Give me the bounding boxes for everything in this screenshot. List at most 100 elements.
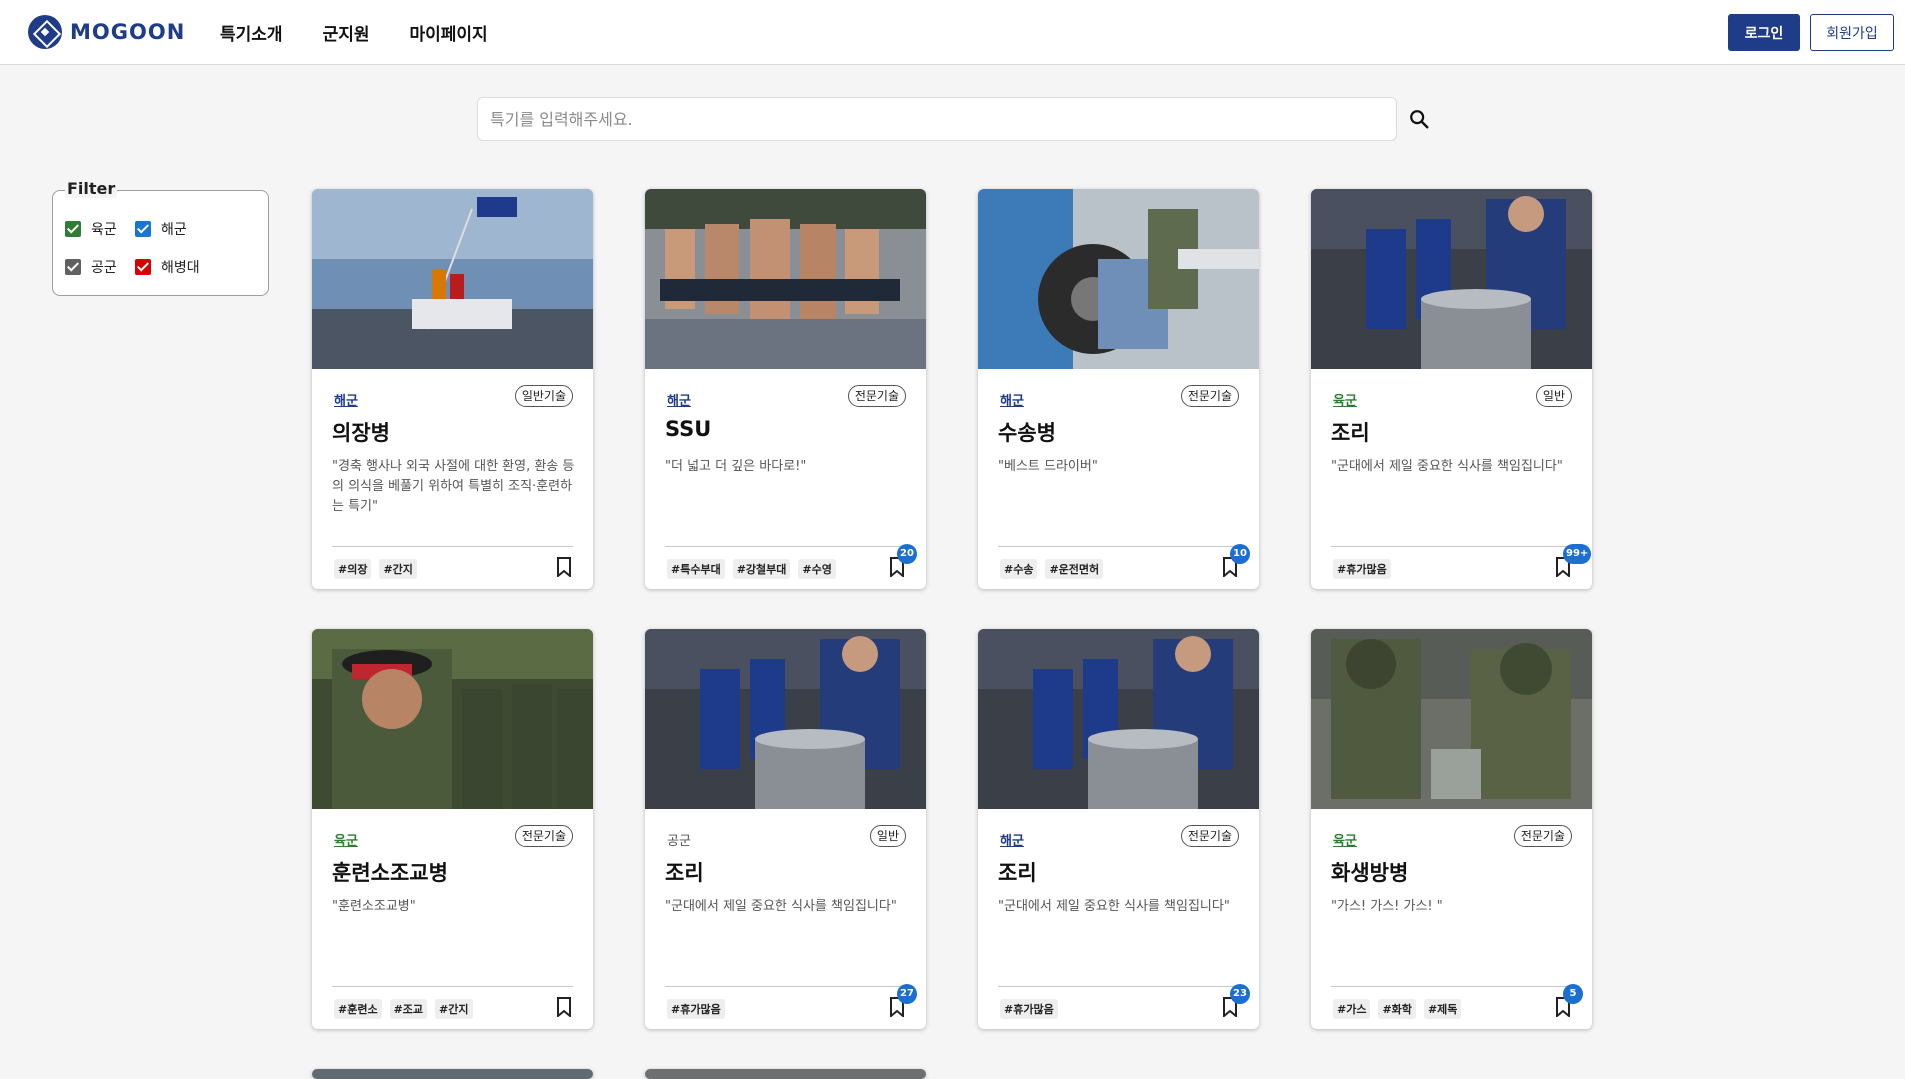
specialty-card[interactable] — [645, 1069, 926, 1079]
specialty-card[interactable]: 육군 전문기술 화생방병 "가스! 가스! 가스! " #가스 #화학 #제독 … — [1311, 629, 1592, 1029]
card-divider — [1331, 546, 1572, 547]
checkbox-marines[interactable] — [135, 259, 151, 275]
logo-text: MOGOON — [70, 20, 186, 44]
card-tag[interactable]: #간지 — [435, 999, 473, 1019]
card-tag[interactable]: #조교 — [389, 999, 428, 1019]
signup-button[interactable]: 회원가입 — [1810, 14, 1894, 51]
card-title: 조리 — [998, 861, 1037, 885]
running-soldiers-photo — [645, 189, 926, 369]
card-tag[interactable]: #가스 — [1333, 999, 1371, 1019]
search-icon[interactable] — [1408, 108, 1430, 130]
card-tag[interactable]: #간지 — [379, 559, 417, 579]
card-tags: #휴가많음 — [1000, 999, 1058, 1019]
card-branch: 공군 — [667, 834, 691, 849]
bookmark-count-badge: 23 — [1230, 984, 1250, 1004]
card-divider — [1331, 986, 1572, 987]
card-tag[interactable]: #운전면허 — [1045, 559, 1104, 579]
card-divider — [332, 986, 573, 987]
logo-icon — [28, 15, 62, 49]
nav-item-specialty-intro[interactable]: 특기소개 — [220, 20, 283, 45]
bookmark-icon[interactable] — [556, 557, 572, 577]
filter-option-airforce[interactable]: 공군 — [65, 257, 117, 277]
card-tags: #수송 #운전면허 — [1000, 559, 1104, 579]
card-title: 수송병 — [998, 421, 1056, 445]
card-description: "훈련소조교병" — [332, 899, 416, 914]
card-tags: #특수부대 #강철부대 #수영 — [667, 559, 836, 579]
card-description: "군대에서 제일 중요한 식사를 책임집니다" — [1331, 459, 1563, 474]
chemical-suit-photo — [1311, 629, 1592, 809]
card-tag[interactable]: #특수부대 — [667, 559, 725, 579]
card-tag[interactable]: #훈련소 — [334, 999, 382, 1019]
card-tag[interactable]: #제독 — [1423, 999, 1462, 1019]
card-divider — [332, 546, 573, 547]
card-tag[interactable]: #수송 — [1000, 559, 1038, 579]
search-input[interactable] — [478, 98, 1396, 140]
military-cook-photo — [1311, 189, 1592, 369]
card-tag[interactable]: #휴가많음 — [1333, 559, 1391, 579]
card-tags: #휴가많음 — [667, 999, 725, 1019]
card-category-badge: 일반 — [1535, 385, 1572, 407]
filter-legend: Filter — [65, 179, 118, 198]
bookmark-icon[interactable] — [556, 997, 572, 1017]
specialty-card[interactable]: 해군 전문기술 조리 "군대에서 제일 중요한 식사를 책임집니다" #휴가많음… — [978, 629, 1259, 1029]
card-divider — [998, 986, 1239, 987]
military-cook-photo — [645, 629, 926, 809]
card-tags: #의장 #간지 — [334, 559, 417, 579]
checkbox-airforce[interactable] — [65, 259, 81, 275]
filter-option-navy[interactable]: 해군 — [135, 219, 187, 239]
card-tag[interactable]: #화학 — [1378, 999, 1416, 1019]
filter-label-navy: 해군 — [161, 222, 187, 238]
card-tag[interactable]: #휴가많음 — [667, 999, 725, 1019]
specialty-card[interactable] — [312, 1069, 593, 1079]
nav-item-military-apply[interactable]: 군지원 — [323, 20, 370, 45]
card-category-badge: 전문기술 — [514, 825, 573, 847]
card-title: SSU — [665, 417, 712, 441]
card-tag[interactable]: #의장 — [334, 559, 372, 579]
bookmark-count-badge: 27 — [897, 984, 917, 1004]
specialty-card[interactable]: 해군 전문기술 SSU "더 넓고 더 깊은 바다로!" #특수부대 #강철부대… — [645, 189, 926, 589]
checkbox-army[interactable] — [65, 221, 81, 237]
card-category-badge: 일반 — [869, 825, 906, 847]
card-category-badge: 일반기술 — [514, 385, 573, 407]
nav-item-mypage[interactable]: 마이페이지 — [409, 20, 487, 45]
card-category-badge: 전문기술 — [1513, 825, 1572, 847]
card-title: 의장병 — [332, 421, 390, 445]
filter-label-airforce: 공군 — [91, 260, 117, 276]
card-tags: #훈련소 #조교 #간지 — [334, 999, 473, 1019]
filter-option-army[interactable]: 육군 — [65, 219, 117, 239]
card-tag[interactable]: #휴가많음 — [1000, 999, 1058, 1019]
login-button[interactable]: 로그인 — [1728, 14, 1800, 51]
filter-label-marines: 해병대 — [161, 260, 200, 276]
card-tag[interactable]: #수영 — [798, 559, 836, 579]
bookmark-count-badge: 10 — [1230, 544, 1250, 564]
card-branch: 해군 — [1000, 834, 1024, 849]
card-title: 조리 — [665, 861, 704, 885]
card-title: 화생방병 — [1331, 861, 1409, 885]
main-nav: 특기소개 군지원 마이페이지 — [220, 20, 488, 45]
card-tags: #가스 #화학 #제독 — [1333, 999, 1462, 1019]
specialty-card[interactable]: 해군 전문기술 수송병 "베스트 드라이버" #수송 #운전면허 10 — [978, 189, 1259, 589]
card-branch: 육군 — [1333, 394, 1357, 409]
filter-label-army: 육군 — [91, 222, 117, 238]
military-cook-photo — [978, 629, 1259, 809]
top-header: MOGOON 특기소개 군지원 마이페이지 로그인 회원가입 — [0, 0, 1905, 65]
card-image-partial — [645, 1069, 926, 1079]
card-description: "베스트 드라이버" — [998, 459, 1098, 474]
logo[interactable]: MOGOON — [28, 15, 185, 49]
card-divider — [665, 546, 906, 547]
specialty-card[interactable]: 공군 일반 조리 "군대에서 제일 중요한 식사를 책임집니다" #휴가많음 2… — [645, 629, 926, 1029]
specialty-card[interactable]: 육군 일반 조리 "군대에서 제일 중요한 식사를 책임집니다" #휴가많음 9… — [1311, 189, 1592, 589]
bookmark-count-badge: 20 — [897, 544, 917, 564]
card-title: 조리 — [1331, 421, 1370, 445]
specialty-card[interactable]: 해군 일반기술 의장병 "경축 행사나 외국 사절에 대한 환영, 환송 등의 … — [312, 189, 593, 589]
filter-option-marines[interactable]: 해병대 — [135, 257, 200, 277]
card-branch: 육군 — [1333, 834, 1357, 849]
card-tags: #휴가많음 — [1333, 559, 1391, 579]
card-branch: 해군 — [334, 394, 358, 409]
checkbox-navy[interactable] — [135, 221, 151, 237]
specialty-card[interactable]: 육군 전문기술 훈련소조교병 "훈련소조교병" #훈련소 #조교 #간지 — [312, 629, 593, 1029]
card-description: "경축 행사나 외국 사절에 대한 환영, 환송 등의 의식을 베풀기 위하여 … — [332, 459, 575, 514]
card-description: "가스! 가스! 가스! " — [1331, 899, 1443, 914]
card-tag[interactable]: #강철부대 — [732, 559, 791, 579]
tire-change-photo — [978, 189, 1259, 369]
